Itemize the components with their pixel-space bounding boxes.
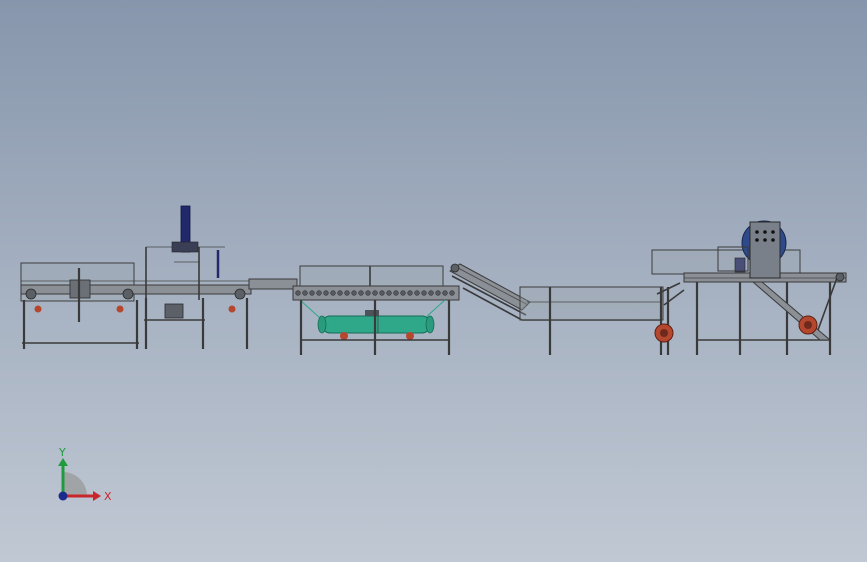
chain-link [442, 290, 448, 296]
chain-link [435, 290, 441, 296]
chain-link [309, 290, 315, 296]
chain-link [330, 290, 336, 296]
chain-link [365, 290, 371, 296]
chain-link [393, 290, 399, 296]
triad-plane-icon [63, 472, 87, 496]
x-axis-label: X [104, 490, 112, 503]
caster-wheel [34, 305, 42, 313]
production-line-drawing: Y X [20, 205, 847, 503]
chain-link [379, 290, 385, 296]
coordinate-triad[interactable]: Y X [58, 446, 112, 503]
chain-link [400, 290, 406, 296]
chain-link [428, 290, 434, 296]
mesh-belt-machine [292, 265, 460, 355]
chain-link [323, 290, 329, 296]
chain-link [316, 290, 322, 296]
chain-link [414, 290, 420, 296]
slicer-machine [651, 220, 847, 355]
column-slide [171, 241, 199, 253]
chain-link [449, 290, 455, 296]
roller [122, 288, 134, 300]
chain-link [337, 290, 343, 296]
chain-link [421, 290, 427, 296]
motor-icon [734, 257, 746, 273]
mesh-belt-guard [299, 265, 444, 287]
transfer-chute [248, 278, 298, 290]
discharge-chute [751, 281, 832, 341]
chain-link [372, 290, 378, 296]
caster-wheel [116, 305, 124, 313]
chain-link [344, 290, 350, 296]
roller [234, 288, 246, 300]
control-box [164, 303, 184, 319]
chain-link [302, 290, 308, 296]
pump-icon [340, 332, 348, 340]
caster-wheel [228, 305, 236, 313]
z-axis-marker [58, 491, 68, 501]
chain-link [295, 290, 301, 296]
head-pulley [450, 263, 460, 273]
y-axis-label: Y [58, 446, 66, 459]
washing-tank [519, 286, 664, 321]
chain-link [386, 290, 392, 296]
pump-icon [406, 332, 414, 340]
incline-elevator [449, 263, 685, 355]
chain-links [295, 290, 455, 296]
cad-viewport[interactable]: Y X [0, 0, 867, 562]
tail-pulley [835, 272, 845, 282]
chain-link [351, 290, 357, 296]
chain-link [358, 290, 364, 296]
drive-roller [25, 288, 37, 300]
valve-icon [365, 310, 379, 316]
feeding-table [20, 205, 298, 349]
feeding-belt [20, 284, 252, 295]
chain-link [407, 290, 413, 296]
